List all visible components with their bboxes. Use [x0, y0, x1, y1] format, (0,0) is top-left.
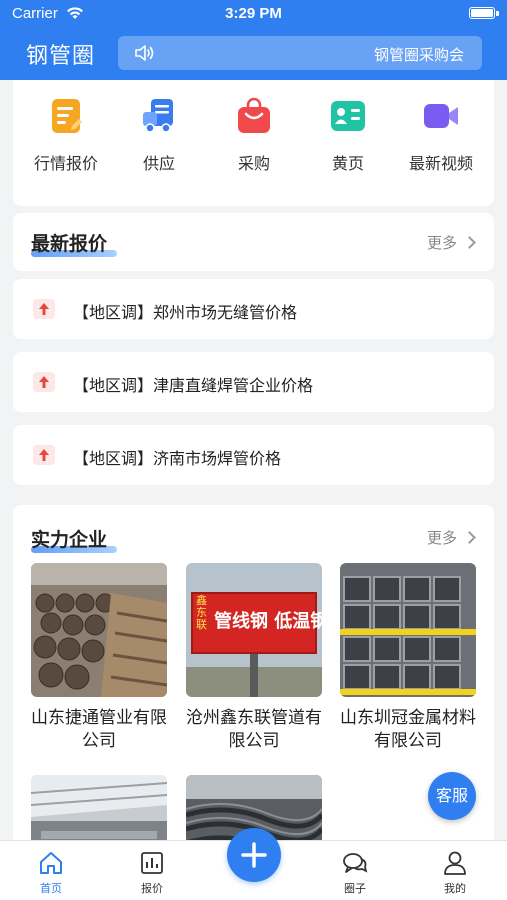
price-item-text: 【地区调】济南市场焊管价格 [73, 449, 282, 468]
tab-circle[interactable]: 圈子 [315, 841, 395, 900]
home-content[interactable]: 行情报价 供应 采购 黄页 最新视频 最新报价 更多 【地区调】郑州市场无缝管价… [0, 80, 507, 840]
tab-mine[interactable]: 我的 [415, 841, 495, 900]
more-label: 更多 [426, 234, 457, 252]
company-photo [340, 563, 476, 697]
featured-companies: 实力企业 更多 山东捷通管业有限公司 鑫东联 管线钢 低温钢 沧州鑫东联管道有限… [13, 505, 494, 840]
shopping-bag-icon [234, 96, 274, 136]
chat-icon [342, 850, 368, 876]
clock: 3:29 PM [225, 5, 282, 22]
company-photo [31, 563, 167, 697]
speaker-icon [134, 44, 156, 66]
more-link[interactable]: 更多 [426, 232, 476, 253]
more-label: 更多 [426, 529, 457, 547]
company-name: 沧州鑫东联管道有限公司 [186, 708, 322, 751]
price-item-text: 【地区调】郑州市场无缝管价格 [73, 303, 298, 322]
company-item[interactable]: 山东圳冠金属材料有限公司 [340, 563, 476, 753]
battery-icon [469, 7, 495, 19]
app-title: 钢管圈 [26, 44, 96, 69]
video-camera-icon [421, 96, 461, 136]
home-icon [38, 850, 64, 876]
tab-label: 圈子 [344, 882, 366, 895]
sign-text: 管线钢 低温钢 [214, 611, 322, 632]
price-up-arrow-icon [33, 445, 55, 465]
notice-bar[interactable]: 钢管圈采购会 [118, 36, 482, 70]
company-photo: 鑫东联 管线钢 低温钢 [186, 563, 322, 697]
section-title: 最新报价 [31, 233, 108, 255]
nav-item-quotes[interactable]: 行情报价 [19, 96, 113, 174]
latest-prices-header: 最新报价 更多 [13, 213, 494, 271]
publish-button[interactable] [227, 828, 281, 882]
tab-label: 报价 [141, 882, 163, 895]
contact-card-icon [328, 96, 368, 136]
chevron-right-icon [463, 236, 476, 249]
nav-item-supply[interactable]: 供应 [112, 96, 206, 174]
nav-label: 采购 [237, 154, 270, 173]
chart-icon [139, 850, 165, 876]
nav-item-latest-video[interactable]: 最新视频 [394, 96, 488, 174]
price-item[interactable]: 【地区调】津唐直缝焊管企业价格 [13, 352, 494, 412]
user-icon [442, 850, 468, 876]
company-name: 山东圳冠金属材料有限公司 [340, 708, 476, 751]
nav-label: 黄页 [331, 154, 364, 173]
quote-icon [46, 96, 86, 136]
nav-label: 最新视频 [408, 154, 473, 173]
price-up-arrow-icon [33, 299, 55, 319]
price-item[interactable]: 【地区调】郑州市场无缝管价格 [13, 279, 494, 339]
app-header: 钢管圈 钢管圈采购会 [0, 28, 507, 80]
more-link[interactable]: 更多 [426, 527, 476, 548]
company-photo [31, 775, 167, 840]
tab-quotes[interactable]: 报价 [112, 841, 192, 900]
company-item[interactable]: 山东捷通管业有限公司 [31, 563, 167, 753]
nav-label: 行情报价 [33, 154, 98, 173]
notice-text: 钢管圈采购会 [373, 46, 464, 64]
plus-icon [241, 842, 267, 868]
section-title: 实力企业 [31, 529, 108, 551]
price-item[interactable]: 【地区调】济南市场焊管价格 [13, 425, 494, 485]
status-bar: Carrier 3:29 PM [0, 0, 507, 28]
quick-nav: 行情报价 供应 采购 黄页 最新视频 [13, 80, 494, 206]
customer-service-button[interactable]: 客服 [428, 772, 476, 820]
tab-label: 首页 [40, 882, 62, 895]
tab-home[interactable]: 首页 [11, 841, 91, 900]
nav-item-purchase[interactable]: 采购 [207, 96, 301, 174]
company-name: 山东捷通管业有限公司 [31, 708, 167, 751]
battery-tip [496, 11, 499, 16]
chevron-right-icon [463, 531, 476, 544]
price-item-text: 【地区调】津唐直缝焊管企业价格 [73, 376, 314, 395]
supply-truck-icon [139, 96, 179, 136]
company-item[interactable] [31, 775, 167, 840]
nav-label: 供应 [142, 154, 175, 173]
company-item[interactable]: 鑫东联 管线钢 低温钢 沧州鑫东联管道有限公司 [186, 563, 322, 753]
price-up-arrow-icon [33, 372, 55, 392]
nav-item-yellow-pages[interactable]: 黄页 [301, 96, 395, 174]
sign-brand: 鑫东联 [196, 594, 207, 631]
tab-label: 我的 [444, 882, 466, 895]
